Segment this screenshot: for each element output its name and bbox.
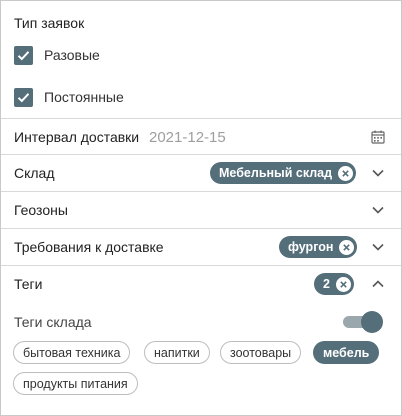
toggle-knob [361, 311, 383, 333]
delivery-requirements-row[interactable]: Требования к доставке фургон [1, 228, 401, 265]
delivery-interval-row: Интервал доставки 2021-12-15 [1, 118, 401, 155]
checkbox-row-one-time[interactable]: Разовые [14, 44, 100, 66]
chevron-down-icon[interactable] [371, 166, 385, 180]
delivery-date-input[interactable]: 2021-12-15 [149, 129, 226, 146]
warehouse-tags-label: Теги склада [14, 314, 92, 330]
tags-count-chip[interactable]: 2 [314, 273, 354, 295]
clear-icon[interactable] [338, 165, 354, 181]
one-time-label: Разовые [44, 47, 100, 63]
delivery-requirement-chip[interactable]: фургон [279, 236, 358, 258]
chevron-down-icon[interactable] [371, 240, 385, 254]
warehouse-chip-label: Мебельный склад [219, 166, 333, 180]
warehouse-label: Склад [14, 165, 55, 181]
tag-chip[interactable]: напитки [144, 341, 210, 364]
delivery-interval-label: Интервал доставки [14, 129, 140, 145]
chevron-up-icon[interactable] [371, 277, 385, 291]
filter-panel: Тип заявок Разовые Постоянные Интервал д… [0, 0, 402, 416]
request-type-title: Тип заявок [14, 15, 85, 31]
warehouse-chip[interactable]: Мебельный склад [210, 162, 357, 184]
tags-count-label: 2 [323, 277, 330, 291]
tags-row[interactable]: Теги 2 [1, 265, 401, 302]
tag-chip[interactable]: продукты питания [13, 372, 138, 395]
warehouse-row[interactable]: Склад Мебельный склад [1, 154, 401, 191]
tag-chip[interactable]: зоотовары [220, 341, 302, 364]
permanent-checkbox[interactable] [14, 87, 33, 107]
clear-icon[interactable] [339, 239, 355, 255]
calendar-icon[interactable] [371, 130, 385, 144]
permanent-label: Постоянные [44, 89, 124, 105]
tags-label: Теги [14, 276, 43, 292]
delivery-requirement-chip-label: фургон [288, 240, 334, 254]
warehouse-tags-toggle[interactable] [343, 311, 383, 333]
geozones-label: Геозоны [14, 202, 68, 218]
delivery-requirements-label: Требования к доставке [14, 239, 164, 255]
geozones-row[interactable]: Геозоны [1, 191, 401, 228]
checkmark-icon [17, 92, 30, 102]
tag-chip-selected[interactable]: мебель [313, 341, 380, 364]
checkmark-icon [17, 50, 30, 60]
tag-chip[interactable]: бытовая техника [13, 341, 131, 364]
clear-icon[interactable] [335, 276, 351, 292]
chevron-down-icon[interactable] [371, 203, 385, 217]
one-time-checkbox[interactable] [14, 45, 33, 65]
checkbox-row-permanent[interactable]: Постоянные [14, 86, 124, 108]
